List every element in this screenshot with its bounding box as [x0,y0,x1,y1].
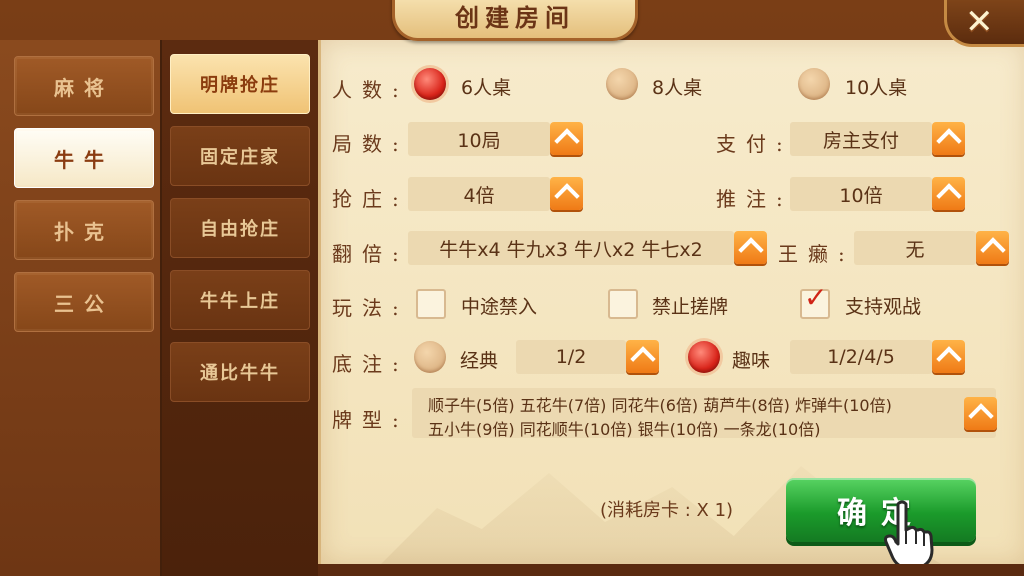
card-types-box[interactable]: 顺子牛(5倍) 五花牛(7倍) 同花牛(6倍) 葫芦牛(8倍) 炸弹牛(10倍)… [412,388,996,439]
banker-field[interactable]: 4倍 [408,177,550,211]
push-bet-dropdown-button[interactable] [932,177,965,210]
game-tab-sangong[interactable]: 三公 [14,272,154,332]
mode-tab-free-banker[interactable]: 自由抢庄 [170,198,310,258]
classic-bet-dropdown-button[interactable] [626,340,659,373]
wildcard-field[interactable]: 无 [854,231,976,265]
multiplier-dropdown-button[interactable] [734,231,767,264]
checkmark-icon: ✓ [804,281,828,314]
classic-radio[interactable] [414,341,446,373]
bottom-frame [318,564,1024,576]
allow-spectate-label: 支持观战 [845,296,922,318]
rounds-dropdown-button[interactable] [550,122,583,155]
no-card-rub-checkbox[interactable] [608,289,638,319]
push-bet-field[interactable]: 10倍 [790,177,932,211]
mode-tab-tongbi[interactable]: 通比牛牛 [170,342,310,402]
room-card-cost: (消耗房卡 : X 1) [600,500,734,521]
fun-bet-dropdown-button[interactable] [932,340,965,373]
base-bet-label: 底注: [332,352,409,376]
close-button[interactable]: ✕ [944,0,1024,47]
rounds-label: 局数: [332,132,409,156]
payment-label: 支付: [716,132,793,156]
no-midway-join-label: 中途禁入 [461,296,538,318]
multiplier-field[interactable]: 牛牛x4 牛九x3 牛八x2 牛七x2 [408,231,734,265]
window-title: 创建房间 [392,0,638,41]
wildcard-dropdown-button[interactable] [976,231,1009,264]
players-label: 人数: [332,78,409,102]
mode-tab-fixed-banker[interactable]: 固定庄家 [170,126,310,186]
players-8-radio[interactable] [606,68,638,100]
no-card-rub-label: 禁止搓牌 [652,296,729,318]
players-6-radio[interactable] [414,68,446,100]
close-icon: ✕ [965,2,994,42]
wildcard-label: 王癞: [778,242,855,266]
mode-tab-mingpai[interactable]: 明牌抢庄 [170,54,310,114]
card-types-line2: 五小牛(9倍) 同花顺牛(10倍) 银牛(10倍) 一条龙(10倍) [428,420,821,439]
mode-tab-niuniu-banker[interactable]: 牛牛上庄 [170,270,310,330]
fun-bet-field[interactable]: 1/2/4/5 [790,340,932,374]
card-types-label: 牌型: [332,408,409,432]
players-6-label: 6人桌 [461,77,512,99]
payment-field[interactable]: 房主支付 [790,122,932,156]
game-tab-niuniu[interactable]: 牛牛 [14,128,154,188]
no-midway-join-checkbox[interactable] [416,289,446,319]
payment-dropdown-button[interactable] [932,122,965,155]
game-tab-poker[interactable]: 扑克 [14,200,154,260]
classic-label: 经典 [460,350,499,372]
push-bet-label: 推注: [716,187,793,211]
rules-label: 玩法: [332,296,409,320]
players-8-label: 8人桌 [652,77,703,99]
multiplier-label: 翻倍: [332,242,409,266]
banker-label: 抢庄: [332,187,409,211]
game-type-sidebar: 麻将 牛牛 扑克 三公 [0,40,160,576]
card-types-line1: 顺子牛(5倍) 五花牛(7倍) 同花牛(6倍) 葫芦牛(8倍) 炸弹牛(10倍) [428,396,892,415]
card-types-dropdown-button[interactable] [964,397,997,430]
classic-bet-field[interactable]: 1/2 [516,340,626,374]
game-tab-mahjong[interactable]: 麻将 [14,56,154,116]
players-10-label: 10人桌 [845,77,908,99]
pointing-hand-icon [884,500,934,570]
fun-label: 趣味 [732,350,771,372]
players-10-radio[interactable] [798,68,830,100]
allow-spectate-checkbox[interactable]: ✓ [800,281,830,319]
rounds-field[interactable]: 10局 [408,122,550,156]
fun-radio[interactable] [688,341,720,373]
banker-dropdown-button[interactable] [550,177,583,210]
